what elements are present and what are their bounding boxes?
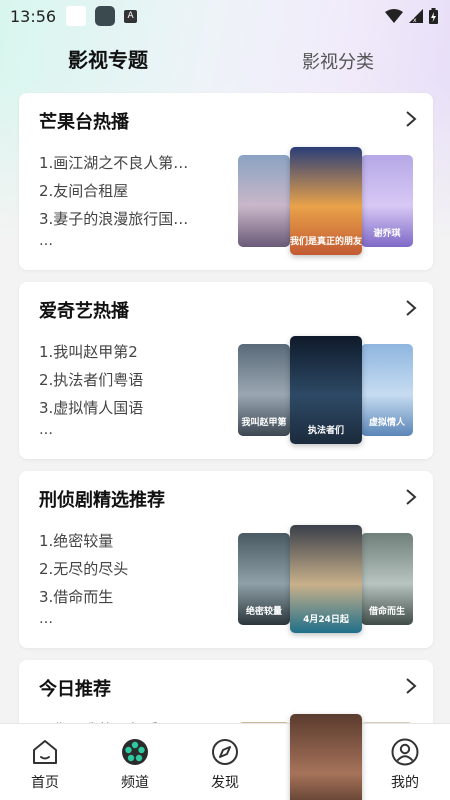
signal-icon: x xyxy=(409,9,423,23)
poster-right[interactable]: 借命而生 xyxy=(361,533,413,625)
poster-caption: 执法者们 xyxy=(307,426,344,436)
poster-left[interactable]: 我叫赵甲第 xyxy=(238,344,290,436)
chevron-right-icon[interactable] xyxy=(403,109,419,129)
card-title: 刑侦剧精选推荐 xyxy=(39,490,165,511)
card-list: 1.画江湖之不良人第… 2.友间合租屋 3.妻子的浪漫旅行国… xyxy=(39,149,229,233)
poster-right[interactable]: 谢乔琪 xyxy=(361,155,413,247)
list-item[interactable]: 2.无尽的尽头 xyxy=(39,555,229,583)
svg-text:x: x xyxy=(413,17,417,23)
film-reel-icon xyxy=(122,739,148,765)
poster-left[interactable] xyxy=(238,155,290,247)
notification-a-icon: A xyxy=(124,9,138,23)
tab-categories[interactable]: 影视分类 xyxy=(302,48,374,74)
topic-card-crime[interactable]: 刑侦剧精选推荐 1.绝密较量 2.无尽的尽头 3.借命而生 … 绝密较量 借命而… xyxy=(19,471,433,648)
notification-dark-icon xyxy=(95,6,116,26)
poster-center[interactable]: 4月24日起 xyxy=(290,525,362,633)
poster-caption: 4月24日起 xyxy=(303,615,349,625)
list-item[interactable]: 3.借命而生 xyxy=(39,583,229,611)
card-list: 1.绝密较量 2.无尽的尽头 3.借命而生 xyxy=(39,527,229,611)
list-item[interactable]: 2.执法者们粤语 xyxy=(39,366,229,394)
more-ellipsis: … xyxy=(39,611,53,627)
poster-caption: 虚拟情人 xyxy=(368,418,405,428)
compass-icon xyxy=(212,739,238,765)
nav-discover[interactable]: 发现 xyxy=(180,724,270,800)
nav-label: 频道 xyxy=(121,775,149,791)
more-ellipsis: … xyxy=(39,233,53,249)
chevron-right-icon[interactable] xyxy=(403,676,419,696)
user-icon xyxy=(391,738,419,766)
bottom-nav: 首页 频道 发现 分享 我的 xyxy=(0,723,450,800)
poster-center[interactable] xyxy=(290,714,362,800)
card-title: 爱奇艺热播 xyxy=(39,301,129,322)
poster-center[interactable]: 执法者们 xyxy=(290,336,362,444)
topic-card-mango[interactable]: 芒果台热播 1.画江湖之不良人第… 2.友间合租屋 3.妻子的浪漫旅行国… … … xyxy=(19,93,433,270)
list-item[interactable]: 1.画江湖之不良人第… xyxy=(39,149,229,177)
card-title: 芒果台热播 xyxy=(39,112,129,133)
nav-label: 我的 xyxy=(391,775,419,791)
nav-home[interactable]: 首页 xyxy=(0,724,90,800)
top-tabs: 影视专题 影视分类 xyxy=(0,44,450,80)
battery-icon xyxy=(429,8,438,24)
tab-topics[interactable]: 影视专题 xyxy=(68,44,148,73)
card-list: 1.我叫赵甲第2 2.执法者们粤语 3.虚拟情人国语 xyxy=(39,338,229,422)
chevron-right-icon[interactable] xyxy=(403,298,419,318)
topic-card-iqiyi[interactable]: 爱奇艺热播 1.我叫赵甲第2 2.执法者们粤语 3.虚拟情人国语 … 我叫赵甲第… xyxy=(19,282,433,459)
nav-label: 发现 xyxy=(211,775,239,791)
list-item[interactable]: 1.我叫赵甲第2 xyxy=(39,338,229,366)
poster-caption: 我叫赵甲第 xyxy=(241,418,287,428)
poster-left[interactable]: 绝密较量 xyxy=(238,533,290,625)
poster-caption: 谢乔琪 xyxy=(373,229,401,239)
poster-center[interactable]: 我们是真正的朋友 xyxy=(290,147,362,255)
more-ellipsis: … xyxy=(39,422,53,438)
poster-caption: 借命而生 xyxy=(368,607,405,617)
status-bar: 13:56 A x xyxy=(0,0,450,32)
wifi-icon xyxy=(385,9,403,23)
poster-caption: 绝密较量 xyxy=(245,607,282,617)
poster-right[interactable]: 虚拟情人 xyxy=(361,344,413,436)
list-item[interactable]: 2.友间合租屋 xyxy=(39,177,229,205)
nav-label: 首页 xyxy=(31,775,59,791)
list-item[interactable]: 1.绝密较量 xyxy=(39,527,229,555)
nav-channel[interactable]: 频道 xyxy=(90,724,180,800)
poster-caption: 我们是真正的朋友 xyxy=(290,237,362,247)
list-item[interactable]: 3.妻子的浪漫旅行国… xyxy=(39,205,229,233)
status-time: 13:56 xyxy=(10,6,57,26)
notification-white-icon xyxy=(66,6,87,26)
nav-mine[interactable]: 我的 xyxy=(360,724,450,800)
list-item[interactable]: 3.虚拟情人国语 xyxy=(39,394,229,422)
home-icon xyxy=(33,740,57,764)
chevron-right-icon[interactable] xyxy=(403,487,419,507)
card-title: 今日推荐 xyxy=(39,679,111,700)
